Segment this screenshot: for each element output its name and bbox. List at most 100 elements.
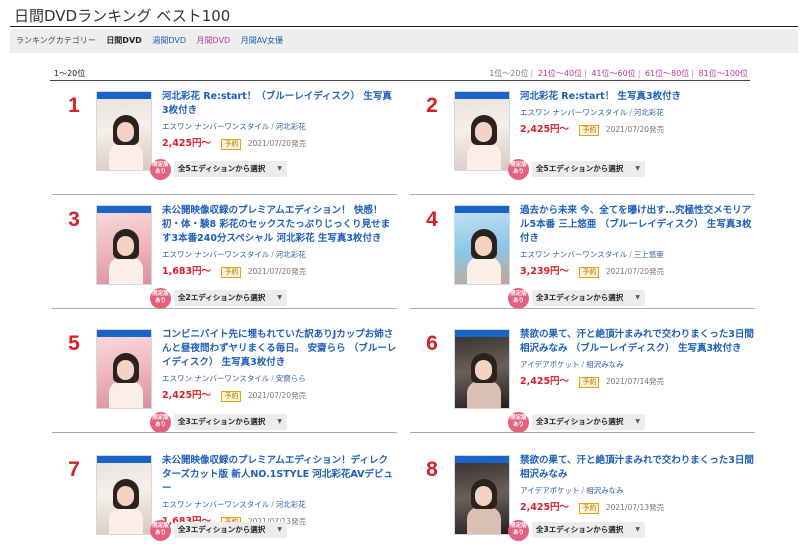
pager-link-4[interactable]: 61位〜80位 [645,69,689,78]
bluray-strip [455,330,509,337]
ranking-item: 7 未公開映像収録のプレミアムエディション！ディレクターズカット版 新人NO.1… [52,450,397,554]
limited-edition-badge: 限定版あり [150,288,171,309]
edition-select[interactable]: 全3エディションから選択 ▼ [532,290,645,306]
category-weekly-dvd[interactable]: 週間DVD [152,36,186,45]
bluray-strip [97,330,151,337]
product-title[interactable]: コンビニバイト先に埋もれていた訳ありJカップお姉さんと昼夜問わずヤリまくる毎日。… [162,328,397,370]
maker-link[interactable]: アイデアポケット [520,486,580,495]
edition-select[interactable]: 全3エディションから選択 ▼ [532,414,645,430]
ranking-item: 6 禁欲の果て、汗と絶頂汁まみれで交わりまくった3日間 相沢みなみ （ブルーレイ… [410,324,755,434]
product-title[interactable]: 過去から未来 今、全てを曝け出す…究極性交メモリアル5本番 三上悠亜 （ブルーレ… [520,204,755,246]
row-divider [410,308,755,309]
maker-link[interactable]: エスワン ナンバーワンスタイル [162,122,269,131]
product-maker-line: エスワン ナンバーワンスタイル / 河北彩花 [162,122,306,131]
pager-link-2[interactable]: 21位〜40位 [538,69,582,78]
product-cover-image[interactable] [454,329,510,409]
row-divider [52,432,397,433]
figure-body [467,143,501,170]
product-cover-image[interactable] [454,91,510,171]
product-title[interactable]: 禁欲の果て、汗と絶頂汁まみれで交わりまくった3日間 相沢みなみ （ブルーレイディ… [520,328,755,356]
maker-link[interactable]: エスワン ナンバーワンスタイル [162,500,269,509]
bluray-strip [455,206,509,213]
ranking-item: 3 未公開映像収録のプレミアムエディション！ 快感！初・体・験8 彩花のセックス… [52,200,397,310]
maker-link[interactable]: エスワン ナンバーワンスタイル [162,250,269,259]
actress-link[interactable]: 相沢みなみ [586,486,624,495]
figure-face [117,360,134,380]
ranking-item: 2 河北彩花 Re:start！ 生写真3枚付き エスワン ナンバーワンスタイル… [410,86,755,196]
figure-face [117,486,134,506]
product-cover-image[interactable] [96,91,152,171]
product-title[interactable]: 禁欲の果て、汗と絶頂汁まみれで交わりまくった3日間 相沢みなみ [520,454,755,482]
edition-select-label: 全3エディションから選択 [536,525,624,534]
ranking-item: 5 コンビニバイト先に埋もれていた訳ありJカップお姉さんと昼夜問わずヤリまくる毎… [52,324,397,434]
product-title[interactable]: 未公開映像収録のプレミアムエディション！ 快感！初・体・験8 彩花のセックスたっ… [162,204,397,246]
figure-face [117,236,134,256]
cover-photo [455,463,509,534]
actress-link[interactable]: 河北彩花 [634,108,664,117]
category-monthly-actress[interactable]: 月間AV女優 [241,36,283,45]
edition-select-row: 限定版あり 全3エディションから選択 ▼ [508,412,778,433]
rank-number: 1 [68,94,80,117]
range-label: 1〜20位 [54,69,86,78]
product-info: 過去から未来 今、全てを曝け出す…究極性交メモリアル5本番 三上悠亜 （ブルーレ… [520,204,755,278]
edition-select[interactable]: 全3エディションから選択 ▼ [174,522,287,538]
pager-link-3[interactable]: 41位〜60位 [591,69,635,78]
figure-body [109,257,143,284]
maker-link[interactable]: エスワン ナンバーワンスタイル [520,250,627,259]
limited-edition-badge: 限定版あり [150,520,171,541]
edition-select-row: 限定版あり 全2エディションから選択 ▼ [150,288,420,309]
row-divider [410,432,755,433]
edition-select[interactable]: 全2エディションから選択 ▼ [174,290,287,306]
product-info: 河北彩花 Re:start！ 生写真3枚付き エスワン ナンバーワンスタイル / 河… [520,90,755,136]
actress-link[interactable]: 相沢みなみ [586,360,624,369]
actress-link[interactable]: 河北彩花 [276,500,306,509]
pager-link-1[interactable]: 1位〜20位 [489,69,528,78]
product-cover-image[interactable] [454,205,510,285]
row-divider [410,194,755,195]
price-row: 2,425円〜 予約 2021/07/13発売 [520,499,755,514]
product-title[interactable]: 河北彩花 Re:start！ 生写真3枚付き [520,90,755,104]
price: 2,425円〜 [162,138,212,149]
limited-edition-badge: 限定版あり [508,288,529,309]
actress-link[interactable]: 安齋らら [276,374,306,383]
edition-select[interactable]: 全3エディションから選択 ▼ [174,414,287,430]
chevron-down-icon: ▼ [277,294,282,301]
product-maker-line: エスワン ナンバーワンスタイル / 安齋らら [162,374,306,383]
page-title: 日間DVDランキング ベスト100 [14,7,231,25]
price-row: 2,425円〜 予約 2021/07/20発売 [162,387,397,402]
actress-link[interactable]: 河北彩花 [276,250,306,259]
preorder-badge: 予約 [579,125,600,136]
edition-select[interactable]: 全5エディションから選択 ▼ [174,161,287,177]
category-daily-dvd[interactable]: 日間DVD [106,36,141,45]
product-cover-image[interactable] [96,455,152,535]
pager-link-5[interactable]: 81位〜100位 [699,69,748,78]
product-maker-line: エスワン ナンバーワンスタイル / 河北彩花 [162,250,306,259]
bluray-strip [455,456,509,463]
title-divider [10,26,798,27]
product-cover-image[interactable] [96,205,152,285]
price: 3,239円〜 [520,266,570,277]
product-title[interactable]: 未公開映像収録のプレミアムエディション！ディレクターズカット版 新人NO.1ST… [162,454,397,496]
price-row: 2,425円〜 予約 2021/07/14発売 [520,373,755,388]
product-cover-image[interactable] [96,329,152,409]
category-monthly-dvd[interactable]: 月間DVD [197,36,231,45]
actress-link[interactable]: 河北彩花 [276,122,306,131]
edition-select-label: 全3エディションから選択 [178,525,266,534]
maker-link[interactable]: エスワン ナンバーワンスタイル [162,374,269,383]
product-title[interactable]: 河北彩花 Re:start！（ブルーレイディスク） 生写真3枚付き [162,90,397,118]
figure-body [109,507,143,534]
product-info: 未公開映像収録のプレミアムエディション！ディレクターズカット版 新人NO.1ST… [162,454,397,528]
preorder-badge: 予約 [579,267,600,278]
figure-body [467,257,501,284]
edition-select-label: 全3エディションから選択 [178,417,266,426]
maker-link[interactable]: アイデアポケット [520,360,580,369]
figure-face [475,122,492,142]
price-row: 3,239円〜 予約 2021/07/20発売 [520,263,755,278]
edition-select[interactable]: 全3エディションから選択 ▼ [532,522,645,538]
actress-link[interactable]: 三上悠亜 [634,250,664,259]
edition-select[interactable]: 全5エディションから選択 ▼ [532,161,645,177]
rank-number: 7 [68,458,80,481]
maker-link[interactable]: エスワン ナンバーワンスタイル [520,108,627,117]
product-info: 未公開映像収録のプレミアムエディション！ 快感！初・体・験8 彩花のセックスたっ… [162,204,397,278]
product-cover-image[interactable] [454,455,510,535]
